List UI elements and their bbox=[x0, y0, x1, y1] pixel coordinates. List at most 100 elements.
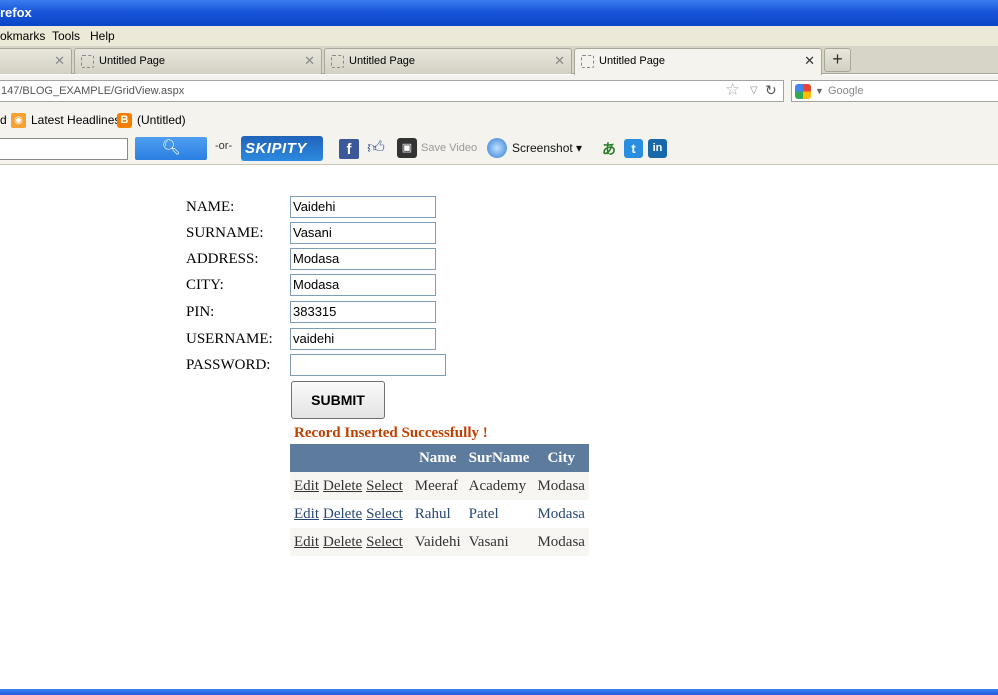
records-grid: Name SurName City Edit Delete Select Meera… bbox=[290, 444, 589, 556]
cell-name: Rahul bbox=[410, 500, 465, 528]
row-actions: Edit Delete Select bbox=[290, 500, 411, 528]
rss-feed-icon: ◉ bbox=[11, 113, 26, 128]
search-engine-dropdown-icon[interactable]: ▼ bbox=[815, 81, 824, 101]
close-tab-icon[interactable]: ✕ bbox=[304, 53, 315, 69]
search-box[interactable]: ▼ Google bbox=[791, 80, 998, 102]
grid-header-surname: SurName bbox=[464, 444, 534, 472]
google-icon[interactable] bbox=[795, 84, 811, 99]
tab-untitled-2[interactable]: Untitled Page ✕ bbox=[324, 48, 572, 74]
translate-icon[interactable]: あ bbox=[599, 139, 619, 159]
page-content: NAME: Vaidehi SURNAME: Vasani ADDRESS: M… bbox=[0, 166, 998, 689]
select-link[interactable]: Select bbox=[366, 534, 403, 550]
bookmark-star-icon[interactable]: ☆ bbox=[725, 80, 740, 100]
bookmark-untitled[interactable]: (Untitled) bbox=[137, 113, 186, 127]
grid-header-row: Name SurName City bbox=[290, 444, 589, 472]
delete-link[interactable]: Delete bbox=[323, 478, 362, 494]
facebook-icon[interactable]: f bbox=[339, 139, 359, 159]
twitter-icon[interactable]: t bbox=[624, 139, 643, 158]
pin-label: PIN: bbox=[186, 304, 215, 320]
edit-link[interactable]: Edit bbox=[294, 506, 319, 522]
like-icon[interactable]: 👍︎ bbox=[365, 137, 387, 159]
cell-surname: Academy bbox=[464, 472, 534, 500]
cell-surname: Patel bbox=[464, 500, 534, 528]
taskbar bbox=[0, 689, 998, 695]
city-input[interactable]: Modasa bbox=[290, 274, 436, 296]
menu-tools[interactable]: Tools bbox=[52, 29, 80, 43]
edit-link[interactable]: Edit bbox=[294, 478, 319, 494]
tab-label: Untitled Page bbox=[599, 55, 666, 67]
surname-input[interactable]: Vasani bbox=[290, 222, 436, 244]
cell-surname: Vasani bbox=[464, 528, 534, 556]
save-video-button[interactable]: Save Video bbox=[421, 142, 477, 154]
linkedin-icon[interactable]: in bbox=[648, 139, 667, 158]
search-icon: 🔍︎ bbox=[161, 139, 181, 156]
history-dropdown-icon[interactable]: ▽ bbox=[750, 81, 758, 101]
table-row: Edit Delete Select Rahul Patel Modasa bbox=[290, 500, 589, 528]
page-icon bbox=[581, 55, 594, 68]
addon-toolbar: 🔍︎ -or- SKIPITY f 👍︎ ▣ Save Video Screen… bbox=[0, 133, 998, 165]
tab-label: Untitled Page bbox=[99, 55, 166, 67]
cell-city: Modasa bbox=[533, 528, 589, 556]
table-row: Edit Delete Select Vaidehi Vasani Modasa bbox=[290, 528, 589, 556]
skipity-logo-button[interactable]: SKIPITY bbox=[241, 136, 323, 161]
close-tab-icon[interactable]: ✕ bbox=[804, 53, 815, 69]
menu-bookmarks[interactable]: okmarks bbox=[0, 29, 45, 43]
tab-partial[interactable]: ✕ bbox=[0, 48, 72, 74]
address-label: ADDRESS: bbox=[186, 251, 259, 267]
username-input[interactable]: vaidehi bbox=[290, 328, 436, 350]
name-input[interactable]: Vaidehi bbox=[290, 196, 436, 218]
save-video-icon[interactable]: ▣ bbox=[397, 138, 417, 158]
tab-untitled-3-active[interactable]: Untitled Page ✕ bbox=[574, 48, 822, 75]
page-icon bbox=[331, 55, 344, 68]
name-label: NAME: bbox=[186, 199, 235, 215]
bookmark-latest-headlines[interactable]: Latest Headlines bbox=[31, 113, 120, 127]
blogger-icon: B bbox=[117, 113, 132, 128]
password-label: PASSWORD: bbox=[186, 357, 271, 373]
cell-name: Vaidehi bbox=[410, 528, 465, 556]
or-label: -or- bbox=[215, 140, 233, 152]
submit-button[interactable]: SUBMIT bbox=[291, 381, 385, 419]
pin-input[interactable]: 383315 bbox=[290, 301, 436, 323]
delete-link[interactable]: Delete bbox=[323, 506, 362, 522]
grid-header-actions bbox=[290, 444, 411, 472]
status-message: Record Inserted Successfully ! bbox=[294, 425, 488, 441]
search-placeholder: Google bbox=[828, 85, 864, 97]
screenshot-label: Screenshot bbox=[512, 141, 573, 155]
screenshot-icon[interactable] bbox=[487, 138, 507, 158]
bookmark-item-partial[interactable]: d bbox=[0, 113, 7, 127]
menu-help[interactable]: Help bbox=[90, 29, 115, 43]
surname-label: SURNAME: bbox=[186, 225, 264, 241]
edit-link[interactable]: Edit bbox=[294, 534, 319, 550]
close-tab-icon[interactable]: ✕ bbox=[554, 53, 565, 69]
page-icon bbox=[81, 55, 94, 68]
row-actions: Edit Delete Select bbox=[290, 528, 411, 556]
toolbar-search-button[interactable]: 🔍︎ bbox=[135, 137, 207, 160]
tab-untitled-1[interactable]: Untitled Page ✕ bbox=[74, 48, 322, 74]
navigation-bar: 147/BLOG_EXAMPLE/GridView.aspx ☆ ▽ ↻ ▼ G… bbox=[0, 75, 998, 107]
select-link[interactable]: Select bbox=[366, 478, 403, 494]
grid-header-city: City bbox=[533, 444, 589, 472]
city-label: CITY: bbox=[186, 277, 224, 293]
new-tab-button[interactable]: + bbox=[824, 48, 851, 72]
table-row: Edit Delete Select Meeraf Academy Modasa bbox=[290, 472, 589, 500]
cell-name: Meeraf bbox=[410, 472, 465, 500]
username-label: USERNAME: bbox=[186, 331, 273, 347]
menu-bar: okmarks Tools Help bbox=[0, 26, 998, 46]
delete-link[interactable]: Delete bbox=[323, 534, 362, 550]
close-tab-icon[interactable]: ✕ bbox=[54, 53, 65, 69]
select-link[interactable]: Select bbox=[366, 506, 403, 522]
toolbar-search-input[interactable] bbox=[0, 138, 128, 160]
bookmarks-toolbar: d ◉ Latest Headlines B (Untitled) bbox=[0, 107, 998, 133]
grid-header-name: Name bbox=[410, 444, 465, 472]
reload-icon[interactable]: ↻ bbox=[765, 80, 777, 100]
cell-city: Modasa bbox=[533, 472, 589, 500]
url-text: 147/BLOG_EXAMPLE/GridView.aspx bbox=[1, 85, 185, 97]
password-input[interactable] bbox=[290, 354, 446, 376]
window-title-bar: refox bbox=[0, 0, 998, 26]
skipity-label: SKIPITY bbox=[245, 140, 307, 157]
address-input[interactable]: Modasa bbox=[290, 248, 436, 270]
address-bar[interactable]: 147/BLOG_EXAMPLE/GridView.aspx ☆ ▽ ↻ bbox=[0, 80, 784, 102]
cell-city: Modasa bbox=[533, 500, 589, 528]
window-title: refox bbox=[0, 5, 32, 20]
screenshot-button[interactable]: Screenshot ▾ bbox=[512, 141, 582, 155]
